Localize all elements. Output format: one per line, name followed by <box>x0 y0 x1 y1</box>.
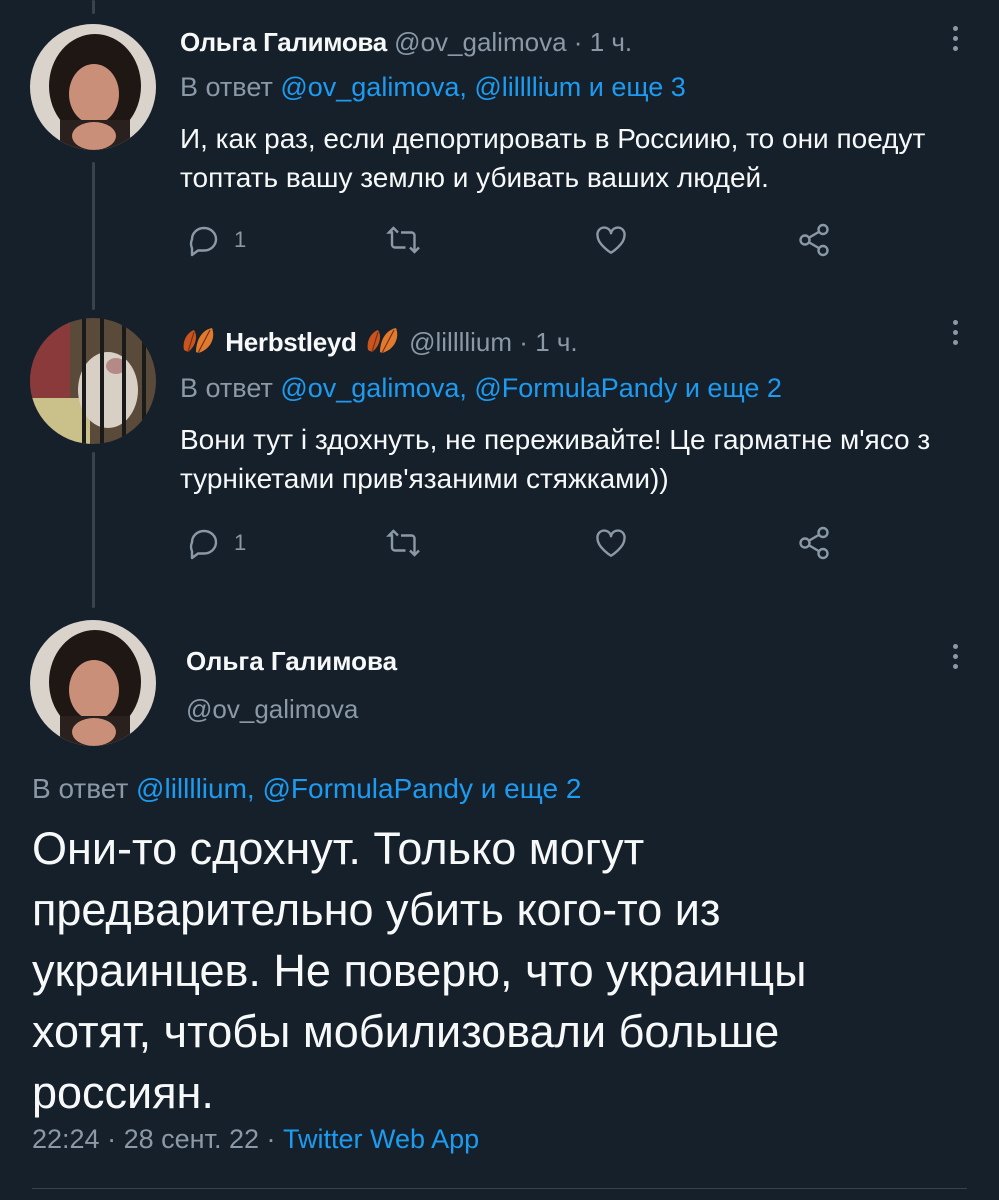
user-name[interactable]: Herbstleyd <box>225 327 357 357</box>
avatar-image <box>30 24 156 150</box>
reply-context: В ответ @lillllium, @FormulaPandy и еще … <box>32 773 581 805</box>
reply-prefix: В ответ <box>180 72 273 102</box>
reply-mentions[interactable]: @lillllium, @FormulaPandy <box>136 773 473 804</box>
divider <box>32 1188 967 1189</box>
avatar-image <box>30 620 156 746</box>
separator-dot: · <box>573 27 583 57</box>
avatar[interactable] <box>30 24 156 150</box>
retweet-icon <box>386 226 420 254</box>
reply-prefix: В ответ <box>32 773 129 804</box>
tweet-text: И, как раз, если депортировать в Россиию… <box>180 123 926 193</box>
more-vertical-icon[interactable] <box>945 26 965 56</box>
user-name[interactable]: Ольга Галимова <box>186 646 397 677</box>
reply-button[interactable]: 1 <box>186 525 246 561</box>
tweet-date[interactable]: 28 сент. 22 <box>124 1124 259 1154</box>
user-handle[interactable]: @ov_galimova <box>186 694 358 725</box>
more-vertical-icon[interactable] <box>945 320 965 350</box>
reply-mentions[interactable]: @ov_galimova, @FormulaPandy <box>280 373 677 403</box>
reply-more-link[interactable]: и еще 2 <box>481 773 582 804</box>
user-handle[interactable]: @lillllium <box>409 327 512 357</box>
reply-icon <box>189 226 218 257</box>
retweet-button[interactable] <box>386 525 422 561</box>
reply-more-link[interactable]: и еще 2 <box>685 373 782 403</box>
thread-line-1 <box>92 162 95 310</box>
thread-line-2 <box>92 452 95 608</box>
user-name[interactable]: Ольга Галимова <box>180 27 387 57</box>
reply-context: В ответ @ov_galimova, @lillllium и еще 3 <box>180 70 686 104</box>
reply-button[interactable]: 1 <box>186 222 246 258</box>
share-icon <box>799 223 829 257</box>
share-icon <box>799 526 829 560</box>
separator-dot: · <box>266 1124 276 1154</box>
heart-icon <box>596 529 626 557</box>
reply-icon <box>189 529 218 560</box>
tweet-header: Ольга Галимова @ov_galimova · 1 ч. <box>180 26 632 58</box>
user-handle[interactable]: @ov_galimova <box>394 27 566 57</box>
heart-icon <box>596 226 626 254</box>
share-button[interactable] <box>796 222 832 258</box>
autumn-leaf-icon <box>367 328 398 354</box>
tweet-header: Herbstleyd @lillllium · 1 ч. <box>180 326 578 358</box>
tweet-time[interactable]: 22:24 <box>32 1124 100 1154</box>
tweet-actions: 1 <box>186 525 836 565</box>
reply-context: В ответ @ov_galimova, @FormulaPandy и ещ… <box>180 371 782 405</box>
reply-more-link[interactable]: и еще 3 <box>589 72 686 102</box>
tweet-time[interactable]: 1 ч. <box>535 327 577 357</box>
tweet-actions: 1 <box>186 222 836 262</box>
retweet-icon <box>386 529 420 557</box>
reply-count: 1 <box>234 530 247 555</box>
like-button[interactable] <box>592 222 630 258</box>
tweet-meta: 22:24 · 28 сент. 22 · Twitter Web App <box>32 1124 479 1155</box>
tweet-text: Они-то сдохнут. Только могут предварител… <box>32 823 807 1118</box>
avatar[interactable] <box>30 620 156 746</box>
tweet-text: Вони тут і здохнуть, не переживайте! Це … <box>180 424 931 494</box>
thread-line-top <box>92 0 95 14</box>
separator-dot: · <box>107 1124 117 1154</box>
like-button[interactable] <box>592 525 630 561</box>
reply-prefix: В ответ <box>180 373 273 403</box>
tweet-source[interactable]: Twitter Web App <box>283 1124 479 1154</box>
retweet-button[interactable] <box>386 222 422 258</box>
autumn-leaf-icon <box>183 328 214 354</box>
more-vertical-icon[interactable] <box>945 644 965 674</box>
tweet-time[interactable]: 1 ч. <box>590 27 632 57</box>
separator-dot: · <box>519 327 528 357</box>
reply-mentions[interactable]: @ov_galimova, @lillllium <box>280 72 581 102</box>
reply-count: 1 <box>234 227 247 252</box>
avatar[interactable] <box>30 318 156 444</box>
share-button[interactable] <box>796 525 832 561</box>
avatar-image <box>30 318 156 444</box>
